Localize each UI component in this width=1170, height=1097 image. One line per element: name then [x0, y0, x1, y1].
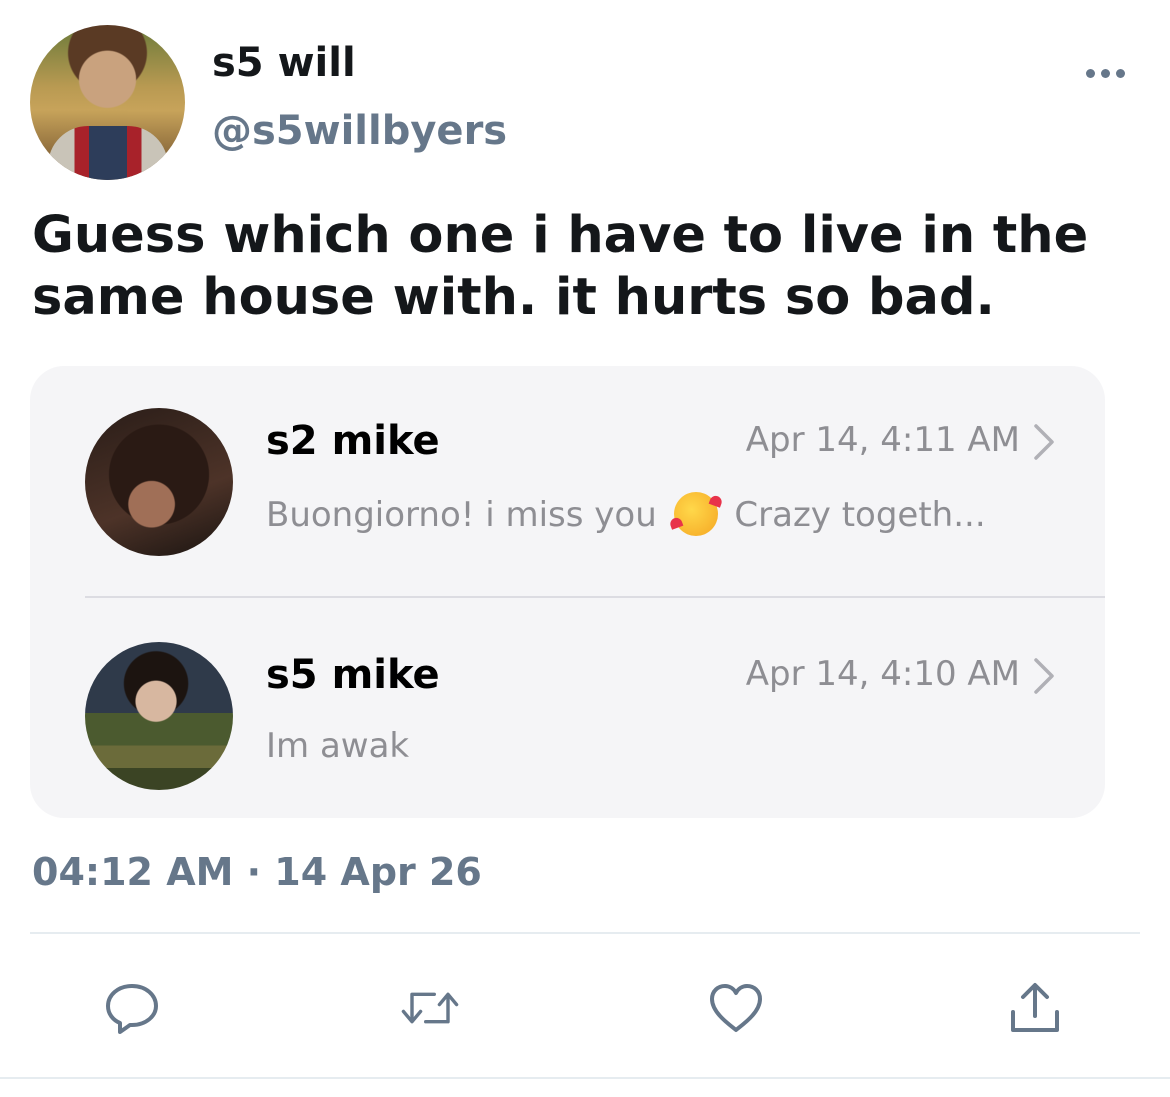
preview-text-end: Crazy togeth... [734, 495, 986, 535]
retweet-icon[interactable] [400, 978, 460, 1038]
action-bar [0, 978, 1170, 1038]
divider [85, 596, 1105, 598]
message-time: Apr 14, 4:10 AM [745, 654, 1020, 694]
contact-avatar [85, 642, 233, 790]
divider [30, 932, 1140, 934]
reply-icon[interactable] [102, 978, 162, 1038]
tweet-timestamp[interactable]: 04:12 AM · 14 Apr 26 [32, 850, 482, 894]
message-preview: Im awak [266, 726, 410, 766]
message-row: s5 mike Apr 14, 4:10 AM Im awak [30, 600, 1105, 830]
tweet: s5 will @s5willbyers Guess which one i h… [0, 0, 1170, 1097]
tweet-text: Guess which one i have to live in the sa… [32, 206, 1089, 327]
contact-avatar [85, 408, 233, 556]
message-row: s2 mike Apr 14, 4:11 AM Buongiorno! i mi… [30, 366, 1105, 596]
author-display-name[interactable]: s5 will [212, 40, 356, 86]
embedded-screenshot[interactable]: s2 mike Apr 14, 4:11 AM Buongiorno! i mi… [30, 366, 1105, 818]
message-preview: Buongiorno! i miss you Crazy togeth... [266, 492, 986, 536]
author-avatar[interactable] [30, 25, 185, 180]
contact-name: s2 mike [266, 418, 440, 464]
avatar-jacket [48, 126, 168, 180]
chevron-right-icon [1034, 424, 1054, 460]
message-time: Apr 14, 4:11 AM [745, 420, 1020, 460]
contact-name: s5 mike [266, 652, 440, 698]
smiling-face-with-hearts-icon [673, 492, 718, 536]
chevron-right-icon [1034, 658, 1054, 694]
like-icon[interactable] [706, 978, 766, 1038]
preview-text-start: Buongiorno! i miss you [266, 495, 657, 535]
divider [0, 1077, 1170, 1079]
more-options-icon[interactable] [1086, 66, 1130, 80]
author-handle[interactable]: @s5willbyers [212, 108, 507, 154]
share-icon[interactable] [1005, 978, 1065, 1038]
